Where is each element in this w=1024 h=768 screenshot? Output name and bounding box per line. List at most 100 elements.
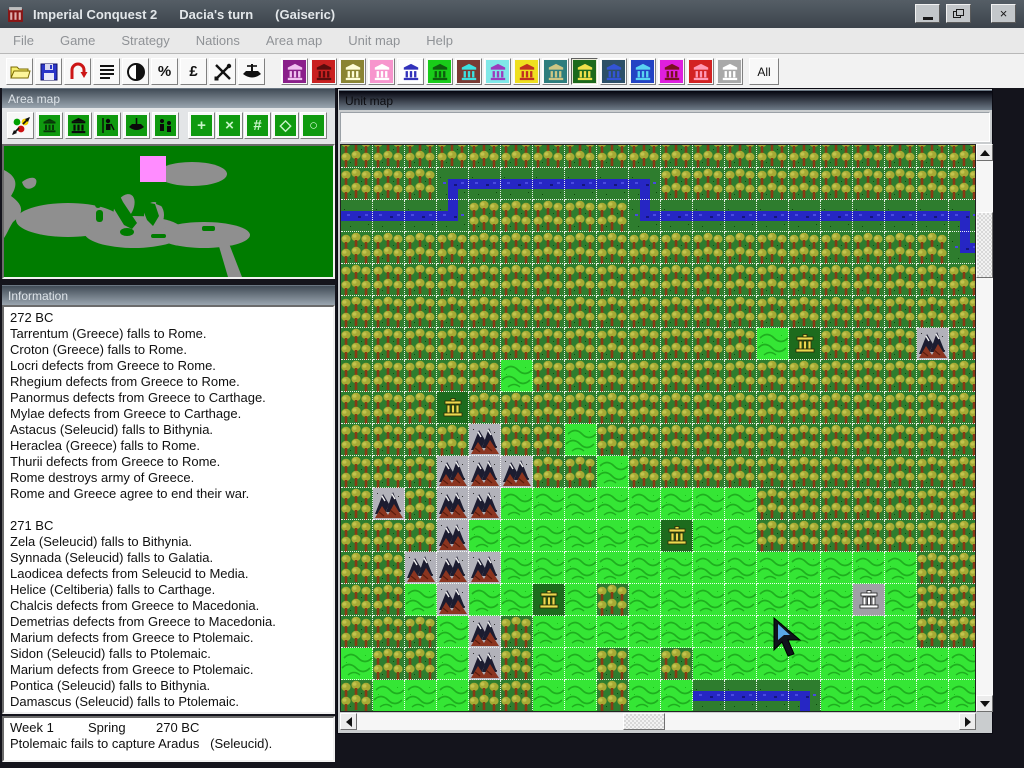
map-tile-forest[interactable]	[341, 328, 373, 360]
map-tile-forest[interactable]	[373, 360, 405, 392]
map-tile-forest[interactable]	[693, 424, 725, 456]
map-tile-forest[interactable]	[597, 264, 629, 296]
map-tile-hills[interactable]	[597, 552, 629, 584]
map-tile-forest[interactable]	[757, 168, 789, 200]
map-tile-forest[interactable]	[885, 520, 917, 552]
map-tile-city-green[interactable]	[533, 584, 565, 616]
map-tile-forest[interactable]	[885, 456, 917, 488]
grid-circle-button[interactable]: ○	[300, 112, 327, 139]
map-tile-forest[interactable]	[341, 168, 373, 200]
map-tile-river-horizontal[interactable]	[757, 200, 789, 232]
map-tile-forest[interactable]	[885, 360, 917, 392]
map-tile-hills[interactable]	[693, 488, 725, 520]
nation-filter-button-5[interactable]	[397, 58, 424, 85]
map-tile-mountain[interactable]	[469, 648, 501, 680]
map-tile-forest[interactable]	[501, 296, 533, 328]
map-tile-forest[interactable]	[597, 424, 629, 456]
map-tile-river-horizontal[interactable]	[469, 168, 501, 200]
map-tile-hills[interactable]	[661, 488, 693, 520]
map-tile-forest[interactable]	[789, 456, 821, 488]
map-tile-forest[interactable]	[917, 232, 949, 264]
map-tile-forest[interactable]	[725, 360, 757, 392]
grid-diamond-button[interactable]: ◇	[272, 112, 299, 139]
map-tile-forest[interactable]	[597, 648, 629, 680]
nation-filter-button-14[interactable]	[658, 58, 685, 85]
map-tile-river-horizontal[interactable]	[405, 200, 437, 232]
map-tile-forest[interactable]	[597, 584, 629, 616]
map-tile-hills[interactable]	[501, 584, 533, 616]
map-tile-forest[interactable]	[949, 584, 975, 616]
map-tile-hills[interactable]	[597, 616, 629, 648]
map-tile-hills[interactable]	[629, 488, 661, 520]
map-tile-hills[interactable]	[405, 584, 437, 616]
map-tile-forest[interactable]	[917, 456, 949, 488]
map-tile-hills[interactable]	[533, 616, 565, 648]
map-tile-forest[interactable]	[885, 296, 917, 328]
map-tile-forest[interactable]	[885, 145, 917, 168]
map-tile-forest[interactable]	[501, 424, 533, 456]
map-tile-forest[interactable]	[469, 232, 501, 264]
map-tile-forest[interactable]	[757, 424, 789, 456]
tools-button[interactable]	[209, 58, 236, 85]
map-tile-forest[interactable]	[469, 200, 501, 232]
map-tile-city-gray[interactable]	[853, 584, 885, 616]
map-tile-forest[interactable]	[885, 232, 917, 264]
map-tile-forest[interactable]	[661, 232, 693, 264]
map-tile-forest[interactable]	[565, 456, 597, 488]
map-tile-forest[interactable]	[629, 232, 661, 264]
map-tile-mountain[interactable]	[917, 328, 949, 360]
map-tile-forest[interactable]	[597, 232, 629, 264]
map-tile-hills[interactable]	[693, 584, 725, 616]
map-tile-river-horizontal[interactable]	[597, 168, 629, 200]
map-tile-forest[interactable]	[373, 264, 405, 296]
map-tile-forest[interactable]	[949, 328, 975, 360]
map-tile-forest[interactable]	[469, 360, 501, 392]
map-tile-forest[interactable]	[533, 145, 565, 168]
map-tile-river-bend-bottom-right[interactable]	[437, 168, 469, 200]
map-tile-hills[interactable]	[501, 552, 533, 584]
map-tile-forest[interactable]	[373, 456, 405, 488]
map-tile-mountain[interactable]	[437, 552, 469, 584]
map-tile-hills[interactable]	[949, 648, 975, 680]
nation-filter-button-15[interactable]	[687, 58, 714, 85]
map-tile-river-horizontal[interactable]	[341, 200, 373, 232]
map-tile-forest[interactable]	[405, 456, 437, 488]
map-tile-forest[interactable]	[469, 296, 501, 328]
nation-filter-all-button[interactable]: All	[749, 58, 779, 85]
map-tile-hills[interactable]	[373, 680, 405, 711]
scroll-right-button[interactable]	[959, 713, 976, 730]
map-tile-forest[interactable]	[789, 360, 821, 392]
unit-map-panel-header[interactable]: Unit map	[339, 90, 992, 110]
map-tile-hills[interactable]	[629, 680, 661, 711]
undo-button[interactable]	[64, 58, 91, 85]
map-tile-river-horizontal[interactable]	[917, 200, 949, 232]
pound-button[interactable]: £	[180, 58, 207, 85]
map-tile-hills[interactable]	[853, 648, 885, 680]
map-tile-forest[interactable]	[341, 392, 373, 424]
map-tile-river-horizontal[interactable]	[789, 200, 821, 232]
map-tile-forest[interactable]	[757, 392, 789, 424]
map-tile-hills[interactable]	[501, 360, 533, 392]
map-tile-forest[interactable]	[405, 145, 437, 168]
vertical-scrollbar[interactable]	[976, 144, 993, 712]
map-tile-forest[interactable]	[565, 392, 597, 424]
save-button[interactable]	[35, 58, 62, 85]
map-tile-hills[interactable]	[821, 680, 853, 711]
map-tile-forest[interactable]	[757, 296, 789, 328]
map-tile-forest[interactable]	[373, 520, 405, 552]
map-tile-mountain[interactable]	[437, 584, 469, 616]
map-tile-forest[interactable]	[917, 616, 949, 648]
map-tile-forest[interactable]	[725, 456, 757, 488]
map-tile-forest[interactable]	[437, 145, 469, 168]
map-tile-hills[interactable]	[437, 648, 469, 680]
map-tile-hills[interactable]	[597, 456, 629, 488]
map-tile-forest[interactable]	[341, 488, 373, 520]
map-tile-hills[interactable]	[629, 520, 661, 552]
map-tile-forest[interactable]	[693, 264, 725, 296]
grid-plus-button[interactable]: +	[188, 112, 215, 139]
map-tile-forest[interactable]	[597, 296, 629, 328]
map-tile-river-horizontal[interactable]	[853, 200, 885, 232]
map-tile-forest[interactable]	[789, 424, 821, 456]
map-tile-forest[interactable]	[565, 232, 597, 264]
map-tile-forest[interactable]	[917, 145, 949, 168]
